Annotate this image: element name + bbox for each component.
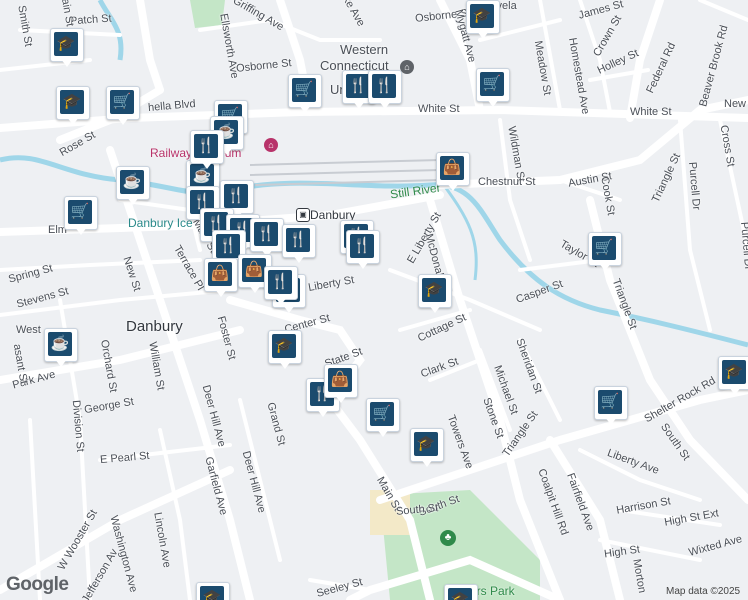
restaurant-icon: 🍴	[350, 234, 374, 258]
school-marker[interactable]: 🎓	[56, 86, 90, 128]
restaurant-marker[interactable]: 🍴	[282, 224, 316, 266]
school-icon: 🎓	[272, 334, 296, 358]
cart-icon: 🛒	[292, 78, 316, 102]
street-label: White St	[418, 103, 460, 115]
school-icon: 🎓	[722, 360, 746, 384]
train-station-icon[interactable]: ▣	[296, 208, 310, 222]
map-attribution[interactable]: Map data ©2025	[666, 586, 740, 597]
street-label: West	[16, 324, 41, 336]
shopping-bag-icon: 👜	[242, 258, 266, 282]
restaurant-icon: 🍴	[286, 228, 310, 252]
cart-icon: 🛒	[480, 72, 504, 96]
restaurant-marker[interactable]: 🍴	[190, 130, 224, 172]
cart-icon: 🛒	[68, 200, 92, 224]
google-logo: Google	[6, 574, 69, 595]
grocery-marker[interactable]: 🛒	[64, 196, 98, 238]
school-marker[interactable]: 🎓	[444, 584, 478, 600]
grocery-marker[interactable]: 🛒	[288, 74, 322, 116]
restaurant-icon: 🍴	[194, 134, 218, 158]
school-icon: 🎓	[470, 4, 494, 28]
cart-icon: 🛒	[110, 90, 134, 114]
restaurant-icon: 🍴	[224, 184, 248, 208]
school-marker[interactable]: 🎓	[410, 428, 444, 470]
restaurant-icon: 🍴	[268, 270, 292, 294]
cart-icon: 🛒	[598, 390, 622, 414]
shopping-marker[interactable]: 👜	[204, 258, 238, 300]
cafe-marker[interactable]: ☕	[44, 328, 78, 370]
shopping-marker[interactable]: 👜	[436, 152, 470, 194]
coffee-icon: ☕	[120, 170, 144, 194]
cart-icon: 🛒	[370, 402, 394, 426]
cart-icon: 🛒	[592, 236, 616, 260]
grocery-marker[interactable]: 🛒	[594, 386, 628, 428]
restaurant-marker[interactable]: 🍴	[264, 266, 298, 308]
coffee-icon: ☕	[48, 332, 72, 356]
shopping-bag-icon: 👜	[208, 262, 232, 286]
cafe-marker[interactable]: ☕	[116, 166, 150, 208]
school-marker[interactable]: 🎓	[268, 330, 302, 372]
shopping-bag-icon: 👜	[440, 156, 464, 180]
street-label: New	[724, 98, 747, 110]
school-icon: 🎓	[200, 586, 224, 600]
shopping-marker[interactable]: 👜	[324, 364, 358, 406]
school-icon: 🎓	[422, 278, 446, 302]
school-icon: 🎓	[54, 32, 78, 56]
grocery-marker[interactable]: 🛒	[476, 68, 510, 110]
school-marker[interactable]: 🎓	[718, 356, 748, 398]
place-label-danbury: Danbury	[126, 318, 183, 335]
map-canvas[interactable]: Danbury Western Connecticut Railway Muse…	[0, 0, 748, 600]
restaurant-icon: 🍴	[346, 74, 370, 98]
park-tree-icon[interactable]: ♣	[440, 530, 456, 546]
shopping-bag-icon: 👜	[328, 368, 352, 392]
school-icon: 🎓	[414, 432, 438, 456]
school-marker[interactable]: 🎓	[466, 0, 500, 42]
place-label-western: Western	[340, 42, 389, 57]
restaurant-icon: 🍴	[372, 74, 396, 98]
poi-label-danbury-ice[interactable]: Danbury Ice	[128, 216, 193, 230]
school-marker[interactable]: 🎓	[418, 274, 452, 316]
restaurant-marker[interactable]: 🍴	[346, 230, 380, 272]
school-marker[interactable]: 🎓	[196, 582, 230, 600]
restaurant-icon: 🍴	[216, 234, 240, 258]
university-icon[interactable]: ⌂	[400, 60, 414, 74]
school-icon: 🎓	[448, 588, 472, 600]
grocery-marker[interactable]: 🛒	[366, 398, 400, 440]
restaurant-marker[interactable]: 🍴	[368, 70, 402, 112]
school-marker[interactable]: 🎓	[50, 28, 84, 70]
school-icon: 🎓	[60, 90, 84, 114]
museum-icon[interactable]: ⌂	[264, 138, 278, 152]
grocery-marker[interactable]: 🛒	[106, 86, 140, 128]
restaurant-icon: 🍴	[254, 222, 278, 246]
street-label: White St	[630, 106, 672, 118]
street-label: Chestnut St	[478, 176, 536, 188]
grocery-marker[interactable]: 🛒	[588, 232, 622, 274]
